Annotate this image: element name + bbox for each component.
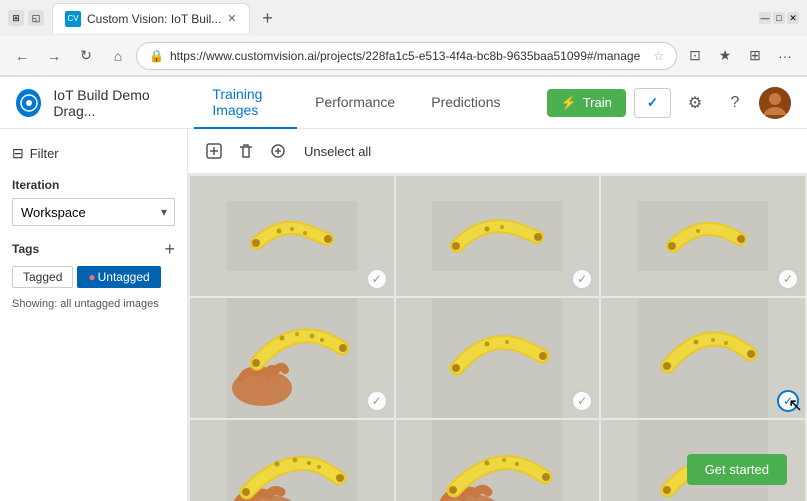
image-cell-7[interactable]: ✓ (190, 420, 394, 501)
app-body: ⊟ Filter Iteration Workspace ▾ Tags + Ta… (0, 129, 807, 501)
iteration-dropdown-wrap: Workspace ▾ (12, 198, 175, 226)
browser-icon: ⊞ (8, 10, 24, 26)
quick-test-btn[interactable]: ✓ (634, 88, 671, 118)
user-avatar[interactable] (759, 87, 791, 119)
app-header: IoT Build Demo Drag... Training Images P… (0, 77, 807, 129)
main-content-wrapper: Unselect all (188, 129, 807, 501)
app-title: IoT Build Demo Drag... (53, 87, 182, 119)
banana-svg-8 (432, 420, 562, 501)
image-cell-6[interactable]: ✓ ↖ (601, 298, 805, 418)
extensions-btn[interactable]: ⊡ (681, 42, 709, 70)
tagged-btn[interactable]: Tagged (12, 266, 73, 288)
banana-bg-2 (396, 176, 600, 296)
tab-close-btn[interactable]: ✕ (227, 12, 236, 25)
banana-bg-7 (190, 420, 394, 501)
untagged-dot: ● (88, 270, 95, 284)
filter-label: Filter (30, 146, 59, 161)
image-cell-5[interactable]: ✓ (396, 298, 600, 418)
banana-svg-5 (432, 298, 562, 418)
close-btn[interactable]: ✕ (787, 12, 799, 24)
checkmark-icon: ✓ (647, 95, 658, 111)
banana-bg-5 (396, 298, 600, 418)
home-btn[interactable]: ⌂ (104, 42, 132, 70)
unselect-all-btn[interactable]: Unselect all (296, 140, 379, 163)
filter-row[interactable]: ⊟ Filter (12, 141, 175, 166)
banana-bg-1 (190, 176, 394, 296)
image-grid: ✓ ✓ (188, 174, 807, 501)
untagged-btn[interactable]: ●Untagged (77, 266, 160, 288)
image-cell-8[interactable]: ✓ (396, 420, 600, 501)
check-badge-4[interactable]: ✓ (366, 390, 388, 412)
toolbar: Unselect all (188, 129, 807, 174)
get-started-btn[interactable]: Get started (687, 454, 787, 485)
banana-bg-6 (601, 298, 805, 418)
image-cell-1[interactable]: ✓ (190, 176, 394, 296)
new-tab-btn[interactable]: + (254, 4, 282, 32)
train-icon: ⚡ (561, 95, 577, 111)
browser-chrome: ⊞ ◱ CV Custom Vision: IoT Buil... ✕ + — … (0, 0, 807, 77)
settings-btn[interactable]: ⚙ (679, 87, 711, 119)
minimize-btn[interactable]: — (759, 12, 771, 24)
banana-svg-1 (227, 201, 357, 271)
tag-toolbar-btn[interactable] (200, 137, 228, 165)
nav-bar: ← → ↻ ⌂ 🔒 https://www.customvision.ai/pr… (0, 36, 807, 76)
nav-performance[interactable]: Performance (297, 77, 413, 129)
maximize-btn[interactable]: □ (773, 12, 785, 24)
banana-bg-3 (601, 176, 805, 296)
check-badge-6-hover[interactable]: ✓ (777, 390, 799, 412)
check-badge-3[interactable]: ✓ (777, 268, 799, 290)
nav-training-images[interactable]: Training Images (194, 77, 297, 129)
tab-favicon: CV (65, 11, 81, 27)
add-tag-btn[interactable]: + (164, 240, 175, 258)
help-btn[interactable]: ? (719, 87, 751, 119)
address-bar[interactable]: 🔒 https://www.customvision.ai/projects/2… (136, 42, 677, 70)
banana-bg-4 (190, 298, 394, 418)
active-tab[interactable]: CV Custom Vision: IoT Buil... ✕ (52, 3, 250, 33)
banana-svg-3 (638, 201, 768, 271)
window-controls: — □ ✕ (759, 12, 799, 24)
tags-row: Tags + (12, 240, 175, 258)
train-btn[interactable]: ⚡ Train (547, 89, 626, 117)
delete-toolbar-btn[interactable] (232, 137, 260, 165)
star-icon[interactable]: ☆ (653, 49, 664, 63)
app-logo (16, 89, 41, 117)
back-btn[interactable]: ← (8, 42, 36, 70)
sidebar: ⊟ Filter Iteration Workspace ▾ Tags + Ta… (0, 129, 188, 501)
check-badge-1[interactable]: ✓ (366, 268, 388, 290)
banana-svg-2 (432, 201, 562, 271)
tab-title: Custom Vision: IoT Buil... (87, 12, 221, 26)
lock-icon: 🔒 (149, 49, 164, 63)
image-cell-4[interactable]: ✓ (190, 298, 394, 418)
browser-icon2: ◱ (28, 10, 44, 26)
tags-label: Tags (12, 242, 39, 256)
iteration-label: Iteration (12, 178, 175, 192)
banana-bg-8 (396, 420, 600, 501)
favorites-btn[interactable]: ★ (711, 42, 739, 70)
image-cell-3[interactable]: ✓ (601, 176, 805, 296)
menu-btn[interactable]: ··· (771, 42, 799, 70)
edit-toolbar-btn[interactable] (264, 137, 292, 165)
header-actions: ⚡ Train ✓ ⚙ ? (547, 87, 792, 119)
banana-svg-7 (227, 420, 357, 501)
collections-btn[interactable]: ⊞ (741, 42, 769, 70)
nav-predictions[interactable]: Predictions (413, 77, 518, 129)
url-text: https://www.customvision.ai/projects/228… (170, 49, 647, 63)
tag-buttons: Tagged ●Untagged (12, 266, 175, 288)
nav-extra-icons: ⊡ ★ ⊞ ··· (681, 42, 799, 70)
banana-svg-6 (638, 298, 768, 418)
iteration-select[interactable]: Workspace (12, 198, 175, 226)
image-cell-2[interactable]: ✓ (396, 176, 600, 296)
tab-bar: ⊞ ◱ CV Custom Vision: IoT Buil... ✕ + — … (0, 0, 807, 36)
forward-btn[interactable]: → (40, 42, 68, 70)
refresh-btn[interactable]: ↻ (72, 42, 100, 70)
banana-svg-4 (227, 298, 357, 418)
app-nav: Training Images Performance Predictions (194, 77, 518, 129)
showing-text: Showing: all untagged images (12, 298, 175, 310)
filter-icon: ⊟ (12, 145, 24, 162)
